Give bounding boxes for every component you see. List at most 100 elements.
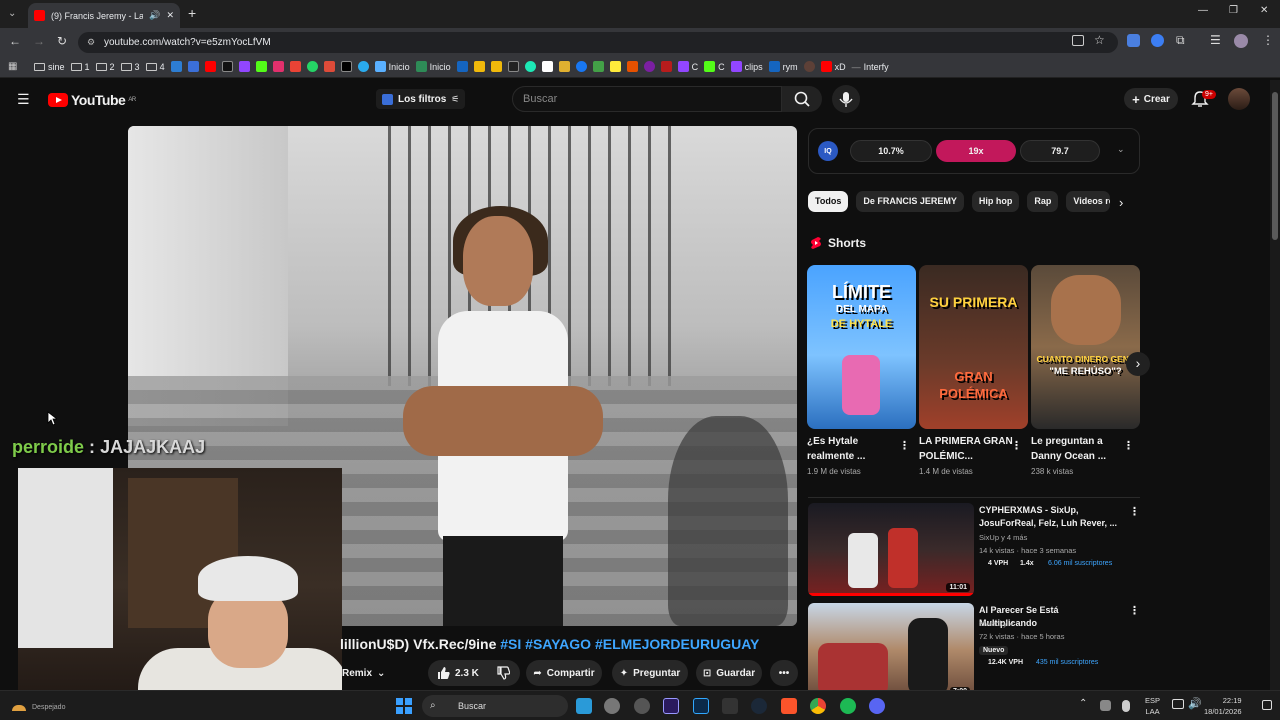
tray-chevron-icon[interactable]: ⌃ [1079, 698, 1087, 709]
bookmark-icon[interactable] [323, 61, 335, 72]
spotify-icon[interactable] [840, 698, 856, 714]
binance-icon[interactable] [490, 61, 502, 72]
tab-audio-icon[interactable]: 🔊 [149, 10, 160, 21]
page-scrollbar[interactable] [1270, 80, 1280, 690]
bookmark-icon[interactable] [541, 61, 553, 72]
windows-start-icon[interactable] [396, 698, 412, 714]
search-button[interactable] [782, 86, 822, 112]
tray-app-icon[interactable] [1100, 700, 1111, 711]
bookmark-inicio[interactable]: Inicio [415, 61, 451, 72]
volume-icon[interactable]: 🔊 [1188, 697, 1202, 710]
chrome-icon[interactable] [810, 698, 826, 714]
bookmark-folder[interactable]: sine [34, 62, 65, 72]
steam-icon[interactable] [751, 698, 767, 714]
bookmark-icon[interactable] [643, 61, 655, 72]
close-window-button[interactable]: ✕ [1260, 5, 1268, 16]
iq-expand-chevron-icon[interactable]: ⌄ [1117, 144, 1125, 155]
video-hashtags[interactable]: #SI #SAYAGO #ELMEJORDEURUGUAY [500, 636, 759, 652]
bookmark-folder[interactable]: 1 [70, 62, 90, 72]
translate-extension-icon[interactable] [1127, 34, 1140, 47]
bookmark-interfy[interactable]: — Interfy [852, 62, 889, 72]
chip-rap[interactable]: Rap [1027, 191, 1059, 212]
short-thumbnail[interactable]: SU PRIMERA GRAN POLÉMICA [919, 265, 1028, 429]
short-title[interactable]: LA PRIMERA GRAN POLÉMIC... [919, 434, 1013, 464]
voice-search-button[interactable] [832, 85, 860, 113]
related-video-thumbnail[interactable]: 7:00 [808, 603, 974, 696]
chip-hip-hop[interactable]: Hip hop [971, 191, 1020, 212]
weather-widget[interactable]: Despejado [12, 704, 65, 711]
reload-icon[interactable]: ↻ [57, 34, 67, 48]
more-actions-button[interactable]: ••• [770, 660, 798, 686]
taskbar-app-icon[interactable] [604, 698, 620, 714]
related-channel[interactable]: elWacky ✔ [979, 619, 1015, 628]
tiktok-icon[interactable] [221, 61, 233, 72]
bookmark-c[interactable]: C [677, 61, 698, 72]
twitch-icon[interactable] [238, 61, 250, 72]
apps-grid-icon[interactable]: ▦ [8, 61, 17, 72]
taskbar-search[interactable]: ⌕ Buscar [422, 695, 568, 717]
save-button[interactable]: ⊡ Guardar [696, 660, 762, 686]
extensions-puzzle-icon[interactable]: ⧉ [1176, 33, 1185, 48]
install-icon[interactable] [1072, 35, 1084, 46]
site-info-icon[interactable]: ⚙ [87, 32, 95, 53]
scrollbar-thumb[interactable] [1272, 92, 1278, 240]
related-video-thumbnail[interactable]: 11:01 [808, 503, 974, 596]
ask-button[interactable]: ✦ Preguntar [612, 660, 688, 686]
url-input[interactable]: ⚙ youtube.com/watch?v=e5zmYocLfVM [78, 32, 1118, 53]
taskbar-app-icon[interactable] [634, 698, 650, 714]
bookmark-icon[interactable] [170, 61, 182, 72]
bookmark-icon[interactable] [524, 61, 536, 72]
notification-center-icon[interactable] [1262, 700, 1272, 710]
bookmark-rym[interactable]: rym [768, 61, 798, 72]
tab-close-icon[interactable]: ✕ [166, 10, 174, 21]
taskbar-clock[interactable]: 22:19 18/01/2026 [1204, 695, 1242, 717]
facebook-icon[interactable] [575, 61, 587, 72]
binance-icon[interactable] [473, 61, 485, 72]
bookmark-icon[interactable] [592, 61, 604, 72]
shorts-next-arrow-icon[interactable]: › [1126, 352, 1150, 376]
profile-avatar-icon[interactable] [1234, 34, 1248, 48]
bookmark-clips[interactable]: clips [730, 61, 763, 72]
telegram-icon[interactable] [357, 61, 369, 72]
network-icon[interactable] [1172, 699, 1184, 709]
remix-button[interactable]: Remix ⌄ [342, 660, 394, 686]
forward-icon[interactable]: → [33, 34, 45, 48]
bookmark-icon[interactable] [507, 61, 519, 72]
create-button[interactable]: + Crear [1124, 88, 1178, 110]
short-title[interactable]: ¿Es Hytale realmente ... [807, 434, 901, 464]
iq-logo[interactable]: IQ [818, 141, 838, 161]
new-tab-button[interactable]: + [188, 5, 196, 21]
user-avatar[interactable] [1228, 88, 1250, 110]
short-more-icon[interactable]: ⋮ [899, 439, 910, 452]
bookmark-icon[interactable] [660, 61, 672, 72]
gmail-icon[interactable] [289, 61, 301, 72]
short-title[interactable]: Le preguntan a Danny Ocean ... [1031, 434, 1125, 464]
chips-next-arrow-icon[interactable]: › [1119, 195, 1123, 210]
reading-list-icon[interactable]: ☰ [1210, 33, 1221, 47]
menu-hamburger-icon[interactable]: ☰ [17, 91, 30, 108]
short-more-icon[interactable]: ⋮ [1011, 439, 1022, 452]
filters-button[interactable]: Los filtros ⚟ [376, 89, 466, 109]
bookmark-icon[interactable] [204, 61, 216, 72]
tab-search-icon[interactable]: ⌄ [8, 8, 20, 20]
bookmark-icon[interactable] [609, 61, 621, 72]
bookmark-star-icon[interactable]: ☆ [1094, 33, 1105, 47]
x-icon[interactable] [340, 61, 352, 72]
short-thumbnail[interactable]: LÍMITE DEL MAPA DE HYTALE [807, 265, 916, 429]
extension-icon-2[interactable] [1151, 34, 1164, 47]
minimize-button[interactable]: — [1198, 5, 1208, 16]
chip-videos-recientes[interactable]: Videos re [1066, 191, 1111, 212]
maximize-button[interactable]: ❐ [1229, 5, 1238, 16]
related-more-icon[interactable]: ⋮ [1129, 604, 1140, 617]
browser-tab[interactable]: (9) Francis Jeremy - Lazerdi 🔊 ✕ [28, 3, 180, 28]
kick-icon[interactable] [255, 61, 267, 72]
short-thumbnail[interactable]: CUANTO DINERO GENE "ME REHÚSO"? [1031, 265, 1140, 429]
bookmark-folder[interactable]: 4 [145, 62, 165, 72]
bookmark-icon[interactable] [558, 61, 570, 72]
bookmark-xd[interactable]: xD [820, 61, 846, 72]
related-channel[interactable]: SixUp y 4 más [979, 533, 1027, 542]
whatsapp-icon[interactable] [306, 61, 318, 72]
dislike-button[interactable] [496, 666, 510, 680]
bookmark-inicio[interactable]: Inicio [374, 61, 410, 72]
photoshop-icon[interactable] [693, 698, 709, 714]
